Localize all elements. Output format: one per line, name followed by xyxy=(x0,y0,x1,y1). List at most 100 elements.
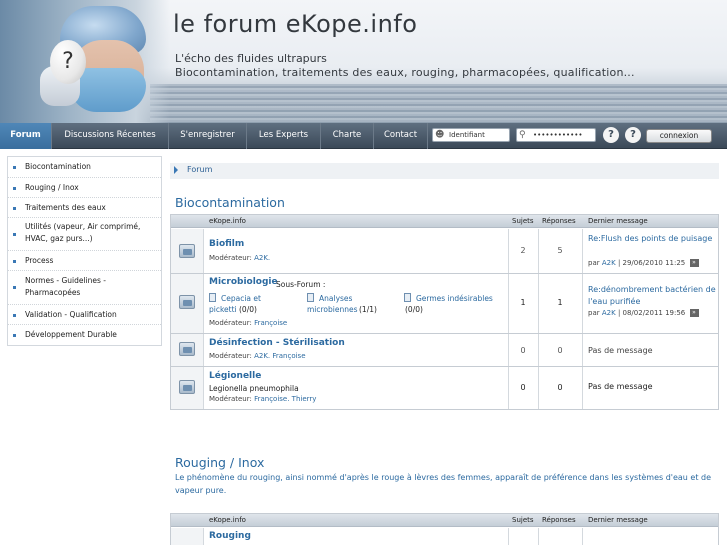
bullet-icon xyxy=(13,166,16,169)
subforum-name: Analyses xyxy=(319,294,353,303)
forum-table-rouging: eKope.info Sujets Réponses Dernier messa… xyxy=(170,513,719,545)
subforum-count: (0/0) xyxy=(239,305,257,314)
sidebar-item-water-treatment[interactable]: Traitements des eaux xyxy=(8,198,161,218)
replies-count: 5 xyxy=(557,246,563,255)
nav-forum[interactable]: Forum xyxy=(0,123,52,149)
folder-icon xyxy=(179,244,195,258)
moderator-link[interactable]: A2K. Françoise xyxy=(254,352,305,360)
subforum-name-2: picketti xyxy=(209,305,237,314)
forum-moderators: Modérateur: Françoise xyxy=(209,319,287,327)
header-sea-background xyxy=(150,84,727,123)
col-divider xyxy=(538,274,539,333)
replies-count: 1 xyxy=(557,298,563,307)
subforum-doc-icon xyxy=(404,293,411,302)
last-message-link[interactable]: Re:Flush des points de puisage xyxy=(588,233,716,245)
sidebar-item-biocontamination[interactable]: Biocontamination xyxy=(8,157,161,178)
last-date: | 29/06/2010 11:25 xyxy=(617,259,686,267)
table-header: eKope.info Sujets Réponses Dernier messa… xyxy=(171,514,718,527)
subforum-count: (1/1) xyxy=(359,305,377,314)
subjects-count: 1 xyxy=(520,298,526,307)
forum-icon-cell xyxy=(171,274,204,333)
help-password-icon[interactable]: ? xyxy=(625,127,641,143)
breadcrumb: Forum xyxy=(170,163,719,179)
col-last-header: Dernier message xyxy=(588,217,648,225)
last-author-link[interactable]: A2K xyxy=(602,309,616,317)
nav-contact[interactable]: Contact xyxy=(374,123,428,149)
user-icon: ☻ xyxy=(435,130,445,140)
login-button[interactable]: connexion xyxy=(646,129,712,143)
col-subjects-header: Sujets xyxy=(512,217,534,225)
last-message-link[interactable]: Re:dénombrement bactérien de l'eau purif… xyxy=(588,284,716,308)
col-divider xyxy=(582,229,583,273)
subjects-count: 2 xyxy=(520,246,526,255)
subjects-count: 0 xyxy=(520,383,526,392)
last-author-link[interactable]: A2K xyxy=(602,259,616,267)
folder-icon xyxy=(179,342,195,356)
sidebar-item-sustainable[interactable]: Développement Durable xyxy=(8,325,161,345)
col-divider xyxy=(508,528,509,545)
forum-icon-cell xyxy=(171,334,204,366)
username-field[interactable]: ☻ Identifiant xyxy=(432,128,510,142)
no-message-text: Pas de message xyxy=(588,382,653,391)
help-register-icon[interactable]: ? xyxy=(603,127,619,143)
subforum-label: Sous-Forum : xyxy=(276,280,326,289)
no-message-text: Pas de message xyxy=(588,346,653,355)
bullet-icon xyxy=(13,260,16,263)
last-by-label: par xyxy=(588,259,600,267)
moderator-link[interactable]: Françoise. Thierry xyxy=(254,395,316,403)
sidebar-item-label: Rouging / Inox xyxy=(25,183,79,192)
col-replies-header: Réponses xyxy=(542,516,576,524)
forum-name-biofilm[interactable]: Biofilm xyxy=(209,239,244,249)
moderator-label: Modérateur: xyxy=(209,319,252,327)
replies-count: 0 xyxy=(557,346,563,355)
sidebar-item-norms[interactable]: Normes - Guidelines - Pharmacopées xyxy=(8,271,161,305)
last-message-meta: par A2K | 29/06/2010 11:25 » xyxy=(588,259,699,267)
go-to-last-icon[interactable]: » xyxy=(689,259,699,267)
breadcrumb-arrow-icon xyxy=(174,166,178,174)
bullet-icon xyxy=(13,286,16,289)
sidebar-item-validation[interactable]: Validation - Qualification xyxy=(8,305,161,325)
section-title-biocontamination[interactable]: Biocontamination xyxy=(175,195,285,210)
forum-name-rouging[interactable]: Rouging xyxy=(209,531,251,541)
forum-name-legionelle[interactable]: Légionelle xyxy=(209,371,261,381)
sidebar-item-label: Process xyxy=(25,256,54,265)
breadcrumb-forum-link[interactable]: Forum xyxy=(187,165,212,174)
key-icon: ⚲ xyxy=(519,130,526,140)
subforum-germes[interactable]: Germes indésirables xyxy=(404,293,493,304)
category-sidebar: Biocontamination Rouging / Inox Traiteme… xyxy=(7,156,162,346)
nav-charter[interactable]: Charte xyxy=(321,123,374,149)
forum-name-microbiologie[interactable]: Microbiologie xyxy=(209,277,278,287)
site-header: ? le forum eKope.info L'écho des fluides… xyxy=(0,0,727,123)
nav-recent-discussions[interactable]: Discussions Récentes xyxy=(52,123,169,149)
moderator-label: Modérateur: xyxy=(209,395,252,403)
table-row: Rouging xyxy=(171,528,718,545)
sidebar-item-label: Traitements des eaux xyxy=(25,203,106,212)
site-subtagline: Biocontamination, traitements des eaux, … xyxy=(175,66,635,79)
folder-icon xyxy=(179,295,195,309)
sidebar-item-rouging[interactable]: Rouging / Inox xyxy=(8,178,161,198)
sidebar-item-utilities[interactable]: Utilités (vapeur, Air comprimé, HVAC, ga… xyxy=(8,218,161,251)
replies-count: 0 xyxy=(557,383,563,392)
sidebar-item-process[interactable]: Process xyxy=(8,251,161,271)
subforum-analyses[interactable]: Analyses microbiennes xyxy=(307,293,358,315)
moderator-link[interactable]: Françoise xyxy=(254,319,287,327)
password-field[interactable]: ⚲ •••••••••••• xyxy=(516,128,596,142)
bullet-icon xyxy=(13,207,16,210)
last-message-meta: par A2K | 08/02/2011 19:56 » xyxy=(588,309,699,317)
sidebar-item-label: Validation - Qualification xyxy=(25,310,117,319)
sidebar-item-label: Développement Durable xyxy=(25,330,117,339)
moderator-link[interactable]: A2K. xyxy=(254,254,270,262)
section-title-rouging[interactable]: Rouging / Inox xyxy=(175,455,264,470)
site-title[interactable]: le forum eKope.info xyxy=(173,10,417,38)
table-row: Biofilm Modérateur: A2K. 2 5 Re:Flush de… xyxy=(171,229,718,274)
forum-name-desinfection[interactable]: Désinfection - Stérilisation xyxy=(209,338,345,348)
bullet-icon xyxy=(13,233,16,236)
sidebar-item-label: Utilités (vapeur, Air comprimé, HVAC, ga… xyxy=(25,222,141,243)
subforum-doc-icon xyxy=(209,293,216,302)
go-to-last-icon[interactable]: » xyxy=(689,309,699,317)
nav-experts[interactable]: Les Experts xyxy=(247,123,321,149)
col-divider xyxy=(538,367,539,409)
nav-register[interactable]: S'enregistrer xyxy=(169,123,247,149)
bullet-icon xyxy=(13,187,16,190)
col-divider xyxy=(582,274,583,333)
